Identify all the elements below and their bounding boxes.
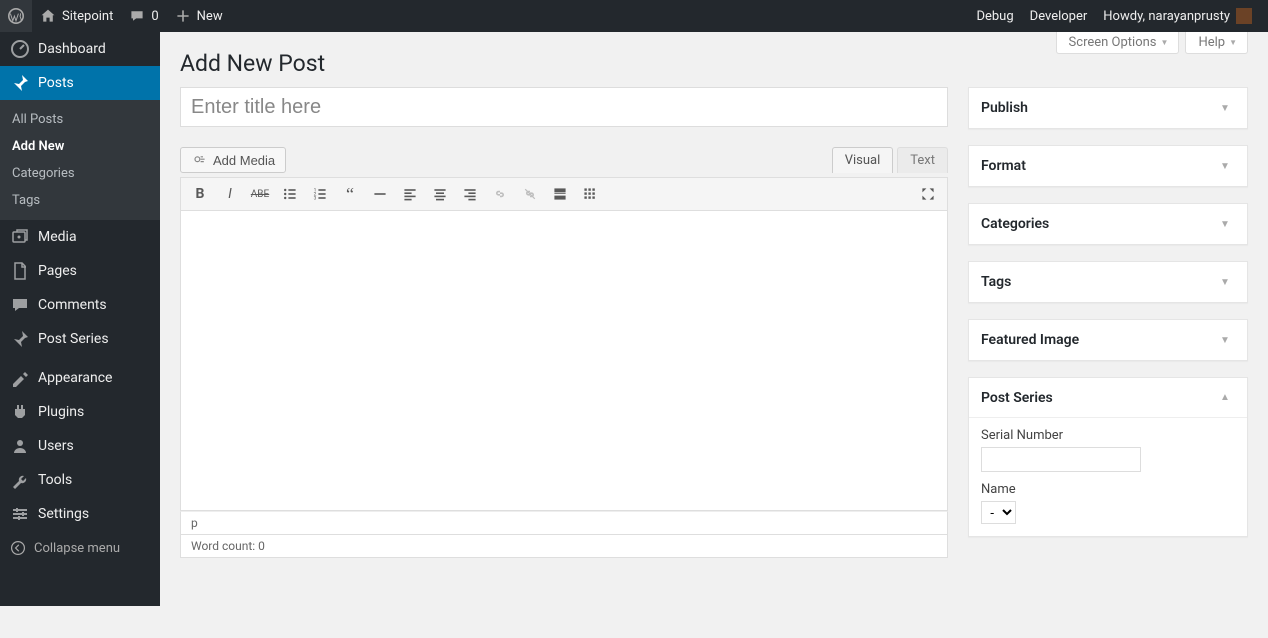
submenu-all-posts[interactable]: All Posts <box>0 106 160 133</box>
toggle-tags[interactable]: ▼ <box>1215 277 1235 288</box>
submenu-tags[interactable]: Tags <box>0 187 160 214</box>
metabox-featured-image: Featured Image▼ <box>968 319 1248 361</box>
menu-dashboard[interactable]: Dashboard <box>0 32 160 66</box>
chevron-down-icon: ▼ <box>1161 38 1169 47</box>
metabox-tags: Tags▼ <box>968 261 1248 303</box>
toggle-post-series[interactable]: ▲ <box>1215 392 1235 403</box>
editor-path: p <box>180 511 948 535</box>
howdy-text: Howdy, narayanprusty <box>1103 9 1230 24</box>
italic-button[interactable]: I <box>215 180 245 208</box>
developer-menu[interactable]: Developer <box>1022 0 1096 32</box>
submenu-categories[interactable]: Categories <box>0 160 160 187</box>
metabox-publish: Publish▼ <box>968 87 1248 129</box>
pin-icon <box>10 73 30 93</box>
toggle-format[interactable]: ▼ <box>1215 161 1235 172</box>
media-icon <box>191 152 207 168</box>
submenu-add-new[interactable]: Add New <box>0 133 160 160</box>
post-title-input[interactable] <box>180 87 948 127</box>
metabox-format: Format▼ <box>968 145 1248 187</box>
submenu-posts: All Posts Add New Categories Tags <box>0 100 160 220</box>
strikethrough-button[interactable]: ABE <box>245 180 275 208</box>
avatar <box>1236 8 1252 24</box>
tab-visual[interactable]: Visual <box>832 147 894 173</box>
metabox-post-series: Post Series▲ Serial Number Name - <box>968 377 1248 537</box>
users-icon <box>10 436 30 456</box>
menu-plugins[interactable]: Plugins <box>0 395 160 429</box>
pages-icon <box>10 261 30 281</box>
my-account[interactable]: Howdy, narayanprusty <box>1095 0 1260 32</box>
hr-button[interactable] <box>365 180 395 208</box>
comment-icon <box>129 8 145 24</box>
settings-icon <box>10 504 30 524</box>
toggle-publish[interactable]: ▼ <box>1215 103 1235 114</box>
debug-menu[interactable]: Debug <box>968 0 1021 32</box>
pin-icon <box>10 329 30 349</box>
menu-posts[interactable]: Posts <box>0 66 160 100</box>
bold-button[interactable]: B <box>185 180 215 208</box>
wp-logo[interactable] <box>0 0 32 32</box>
plugins-icon <box>10 402 30 422</box>
menu-tools[interactable]: Tools <box>0 463 160 497</box>
tools-icon <box>10 470 30 490</box>
dashboard-icon <box>10 39 30 59</box>
bullet-list-button[interactable] <box>275 180 305 208</box>
metabox-categories: Categories▼ <box>968 203 1248 245</box>
number-list-button[interactable]: 123 <box>305 180 335 208</box>
comments-link[interactable]: 0 <box>121 0 166 32</box>
site-name-link[interactable]: Sitepoint <box>32 0 121 32</box>
screen-options-button[interactable]: Screen Options▼ <box>1056 32 1180 54</box>
align-left-button[interactable] <box>395 180 425 208</box>
home-icon <box>40 8 56 24</box>
collapse-icon <box>10 540 26 556</box>
menu-media[interactable]: Media <box>0 220 160 254</box>
menu-settings[interactable]: Settings <box>0 497 160 531</box>
word-count: Word count: 0 <box>180 535 948 558</box>
toolbar-toggle-button[interactable] <box>575 180 605 208</box>
blockquote-button[interactable]: “ <box>335 180 365 208</box>
unlink-button[interactable] <box>515 180 545 208</box>
site-name-text: Sitepoint <box>62 9 113 24</box>
chevron-down-icon: ▼ <box>1229 38 1237 47</box>
align-right-button[interactable] <box>455 180 485 208</box>
help-button[interactable]: Help▼ <box>1185 32 1248 54</box>
editor-toolbar: B I ABE 123 “ <box>180 177 948 211</box>
serial-number-label: Serial Number <box>981 428 1235 443</box>
fullscreen-button[interactable] <box>913 180 943 208</box>
menu-users[interactable]: Users <box>0 429 160 463</box>
svg-text:3: 3 <box>314 196 317 202</box>
plus-icon <box>175 8 191 24</box>
add-media-button[interactable]: Add Media <box>180 147 286 173</box>
content-editor[interactable] <box>180 211 948 511</box>
series-name-label: Name <box>981 482 1235 497</box>
menu-pages[interactable]: Pages <box>0 254 160 288</box>
menu-appearance[interactable]: Appearance <box>0 361 160 395</box>
comments-count: 0 <box>151 9 158 24</box>
tab-text[interactable]: Text <box>897 147 948 173</box>
toggle-categories[interactable]: ▼ <box>1215 219 1235 230</box>
menu-comments[interactable]: Comments <box>0 288 160 322</box>
media-icon <box>10 227 30 247</box>
comments-icon <box>10 295 30 315</box>
align-center-button[interactable] <box>425 180 455 208</box>
readmore-button[interactable] <box>545 180 575 208</box>
menu-post-series[interactable]: Post Series <box>0 322 160 356</box>
appearance-icon <box>10 368 30 388</box>
new-content-link[interactable]: New <box>167 0 231 32</box>
new-label: New <box>197 9 223 24</box>
collapse-menu[interactable]: Collapse menu <box>0 531 160 565</box>
serial-number-input[interactable] <box>981 447 1141 472</box>
toggle-featured-image[interactable]: ▼ <box>1215 335 1235 346</box>
link-button[interactable] <box>485 180 515 208</box>
series-name-select[interactable]: - <box>981 501 1016 524</box>
